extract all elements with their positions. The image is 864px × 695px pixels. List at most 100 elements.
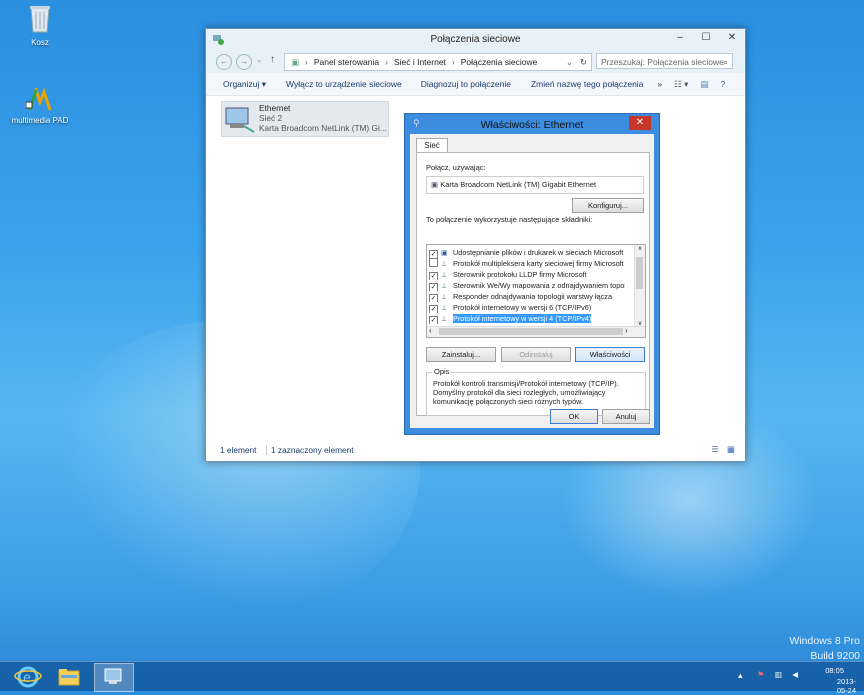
dialog-title-bar[interactable]: ⚲ Właściwości: Ethernet ✕ <box>405 114 659 134</box>
minimize-button[interactable]: ‒ <box>667 29 693 47</box>
breadcrumb-network-connections[interactable]: Połączenia sieciowe <box>461 54 538 70</box>
dialog-title: Właściwości: Ethernet <box>480 119 584 131</box>
properties-button[interactable]: Właściwości <box>575 347 645 362</box>
list-item[interactable]: ✓ ⊥ Responder odnajdywania topologii warst… <box>429 291 625 302</box>
connect-using-label: Połącz, używając: <box>426 163 486 172</box>
tab-network[interactable]: Sieć <box>416 138 448 153</box>
recycle-bin-icon <box>0 4 80 36</box>
protocol-icon: ⊥ <box>441 294 448 301</box>
folder-icon <box>58 669 80 686</box>
search-input[interactable]: Przeszukaj: Połączenia sieciowe ⌕ <box>596 53 733 69</box>
description-text: Protokół kontroli transmisji/Protokół in… <box>433 379 619 406</box>
internet-explorer-button[interactable]: e <box>14 663 52 690</box>
recent-locations-icon[interactable]: ⌄ <box>256 55 263 64</box>
disable-device-button[interactable]: Wyłącz to urządzenie sieciowe <box>286 79 402 89</box>
selected-count: 1 zaznaczony element <box>266 445 354 455</box>
details-view-icon[interactable]: ☰ <box>712 444 719 454</box>
components-list[interactable]: ✓ ▣ Udostępnianie plików i drukarek w siec… <box>426 244 646 338</box>
back-button[interactable]: ← <box>216 54 232 70</box>
scroll-up-icon[interactable]: ∧ <box>635 245 645 252</box>
protocol-icon: ⊥ <box>441 283 448 290</box>
maximize-button[interactable]: ☐ <box>693 29 719 47</box>
scroll-right-icon[interactable]: › <box>625 326 628 335</box>
install-button[interactable]: Zainstaluj... <box>426 347 496 362</box>
refresh-icon[interactable]: ↻ <box>580 54 587 70</box>
protocol-icon: ⊥ <box>441 305 448 312</box>
rename-button[interactable]: Zmień nazwę tego połączenia <box>531 79 643 89</box>
checkbox[interactable]: ✓ <box>429 294 438 302</box>
breadcrumb-control-panel[interactable]: Panel sterowania <box>314 54 379 70</box>
action-center-icon[interactable]: ⚑ <box>757 670 764 679</box>
window-title: Połączenia sieciowe <box>430 34 521 45</box>
list-item[interactable]: ✓ ⊥ Sterownik protokołu LLDP firmy Microso… <box>429 269 625 280</box>
components-label: To połączenie wykorzystuje następujące s… <box>426 215 593 224</box>
clock-date[interactable]: 2013-05-24 <box>837 677 856 695</box>
configure-button[interactable]: Konfiguruj... <box>572 198 644 213</box>
scroll-left-icon[interactable]: ‹ <box>429 326 432 335</box>
adapter-field: ▣ Karta Broadcom NetLink (TM) Gigabit Et… <box>426 176 644 194</box>
show-hidden-icons-icon[interactable]: ▲ <box>737 671 744 680</box>
multimedia-pad-icon <box>0 85 80 114</box>
command-bar: Organizuj ▾ Wyłącz to urządzenie sieciow… <box>206 73 745 96</box>
more-commands-button[interactable]: » <box>657 79 662 89</box>
volume-icon[interactable]: ◀ <box>792 670 798 679</box>
selected-item-label: Protokół internetowy w wersji 4 (TCP/IPv… <box>453 314 592 323</box>
ethernet-properties-dialog: ⚲ Właściwości: Ethernet ✕ Sieć Połącz, u… <box>404 113 660 435</box>
horizontal-scrollbar[interactable]: ‹ › <box>427 326 645 337</box>
list-item[interactable]: ⊥ Protokół multipleksera karty sieciowej … <box>429 258 625 269</box>
protocol-icon: ⊥ <box>441 272 448 279</box>
desktop-icon-label: multimedia PAD <box>11 116 69 125</box>
edition-watermark: Windows 8 Pro <box>789 635 860 647</box>
internet-explorer-icon: e <box>14 666 42 688</box>
scroll-thumb[interactable] <box>636 257 643 289</box>
vertical-scrollbar[interactable]: ∧ ∨ <box>634 245 645 327</box>
clock-time[interactable]: 08:05 <box>825 666 844 675</box>
list-item[interactable]: ✓ ⊥ Sterownik We/Wy mapowania z odnajdywan… <box>429 280 625 291</box>
desktop-icon-multimedia-pad[interactable]: multimedia PAD <box>0 85 80 125</box>
checkbox[interactable]: ✓ <box>429 305 438 313</box>
list-item[interactable]: ✓ ⊥ Protokół internetowy w wersji 4 (TCP/I… <box>429 313 625 324</box>
breadcrumb-network-internet[interactable]: Sieć i Internet <box>394 54 446 70</box>
diagnose-button[interactable]: Diagnozuj to połączenie <box>421 79 511 89</box>
item-count: 1 element <box>220 445 257 455</box>
title-bar[interactable]: Połączenia sieciowe ‒ ☐ ✕ <box>206 29 745 51</box>
list-item[interactable]: ✓ ▣ Udostępnianie plików i drukarek w siec… <box>429 247 625 258</box>
file-explorer-button[interactable] <box>54 663 92 690</box>
connection-network: Sieć 2 <box>259 113 283 123</box>
organize-button[interactable]: Organizuj ▾ <box>223 79 266 90</box>
ethernet-connection-item[interactable]: Ethernet Sieć 2 Karta Broadcom NetLink (… <box>221 101 389 137</box>
adapter-name: Karta Broadcom NetLink (TM) Gigabit Ethe… <box>440 180 597 189</box>
preview-pane-icon[interactable]: ▤ <box>700 79 708 90</box>
address-dropdown-icon[interactable]: ⌄ <box>566 54 573 70</box>
hscroll-thumb[interactable] <box>439 328 623 335</box>
checkbox[interactable]: ✓ <box>429 272 438 280</box>
dialog-body: Sieć Połącz, używając: ▣ Karta Broadcom … <box>410 134 654 428</box>
ok-button[interactable]: OK <box>550 409 598 424</box>
checkbox[interactable] <box>429 258 438 267</box>
network-tray-icon[interactable]: ▥ <box>775 670 782 679</box>
protocol-icon: ⊥ <box>441 316 448 323</box>
network-tab-panel: Połącz, używając: ▣ Karta Broadcom NetLi… <box>416 152 650 416</box>
search-icon[interactable]: ⌕ <box>723 54 728 70</box>
close-button[interactable]: ✕ <box>719 29 745 47</box>
up-button[interactable]: ↑ <box>270 54 275 65</box>
list-item[interactable]: ✓ ⊥ Protokół internetowy w wersji 6 (TCP/I… <box>429 302 625 313</box>
change-view-icon[interactable]: ☷ ▾ <box>674 79 688 90</box>
forward-button[interactable]: → <box>236 54 252 70</box>
address-bar[interactable]: ▣ › Panel sterowania › Sieć i Internet ›… <box>284 53 592 71</box>
network-connections-taskbar-button[interactable] <box>94 663 134 692</box>
desktop-icon-label: Kosz <box>31 38 49 47</box>
taskbar: e ▲ ⚑ ▥ ◀ 08:05 2013-05-24 <box>0 661 864 695</box>
checkbox[interactable]: ✓ <box>429 316 438 324</box>
checkbox[interactable]: ✓ <box>429 283 438 291</box>
large-icons-view-icon[interactable]: ▦ <box>727 444 735 454</box>
service-icon: ▣ <box>441 250 448 257</box>
dialog-close-button[interactable]: ✕ <box>629 116 651 130</box>
checkbox[interactable]: ✓ <box>429 250 438 258</box>
cancel-button[interactable]: Anuluj <box>602 409 650 424</box>
uninstall-button: Odinstaluj <box>501 347 571 362</box>
desktop-icon-recycle-bin[interactable]: Kosz <box>0 4 80 47</box>
protocol-icon: ⊥ <box>441 261 448 268</box>
address-bar-row: ← → ⌄ ↑ ▣ › Panel sterowania › Sieć i In… <box>206 51 745 73</box>
help-icon[interactable]: ? <box>720 79 725 89</box>
